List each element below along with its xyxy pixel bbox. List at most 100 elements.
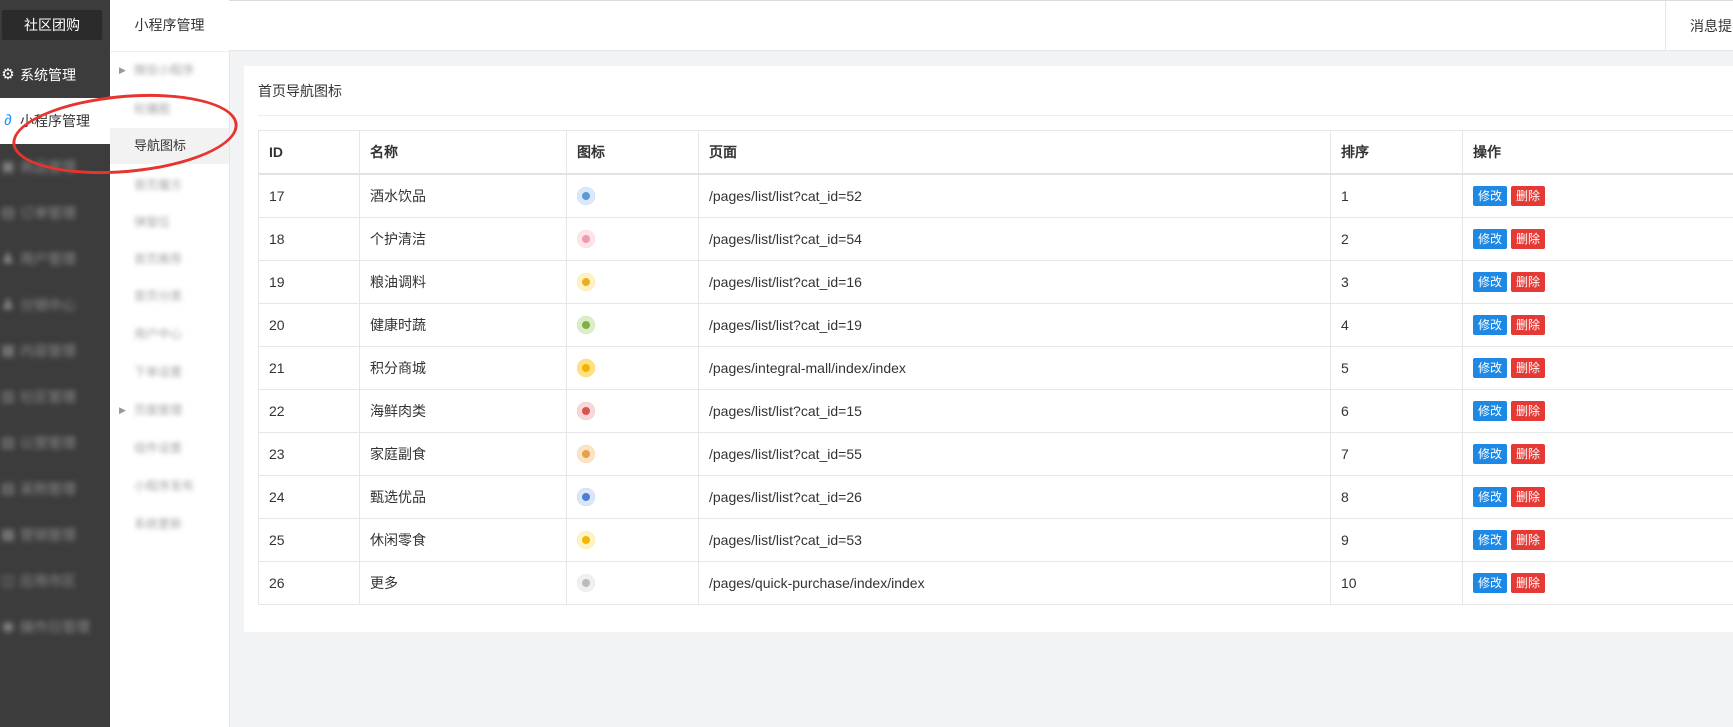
category-icon	[577, 531, 595, 550]
home-icon: ▥	[0, 388, 16, 405]
submenu-item-label: 首页推荐	[134, 252, 183, 266]
submenu-item[interactable]: 用户中心	[110, 316, 229, 352]
cell-sort: 4	[1330, 303, 1463, 347]
cell-name: 粮油调料	[359, 260, 567, 304]
sidebar-item-label: 商品管理	[20, 159, 76, 175]
cell-sort: 8	[1330, 475, 1463, 519]
cell-icon	[566, 561, 699, 605]
table-row: 19 粮油调料/pages/list/list?cat_id=16 3 修改 删除	[258, 260, 1733, 304]
link-icon: ∂	[4, 112, 12, 129]
table-row: 18 个护清洁/pages/list/list?cat_id=54 2 修改 删除	[258, 217, 1733, 261]
header-name: 名称	[359, 130, 567, 175]
delete-button[interactable]: 删除	[1511, 487, 1546, 507]
edit-button[interactable]: 修改	[1473, 358, 1508, 378]
sidebar-item[interactable]: ◉ 操作日管理	[0, 604, 110, 650]
sidebar-item[interactable]: ▤ 订单管理	[0, 190, 110, 236]
cell-name: 积分商城	[359, 346, 567, 390]
cell-id: 22	[258, 389, 360, 433]
edit-button[interactable]: 修改	[1473, 229, 1508, 249]
header-id: ID	[258, 130, 360, 175]
table-row: 21 积分商城/pages/integral-mall/index/index 5 修…	[258, 346, 1733, 390]
cell-id: 26	[258, 561, 360, 605]
cell-id: 18	[258, 217, 360, 261]
sidebar-item-label: 营销管理	[20, 527, 76, 543]
delete-button[interactable]: 删除	[1511, 229, 1546, 249]
category-icon	[577, 273, 595, 292]
cell-icon	[566, 303, 699, 347]
table-row: 17 酒水饮品/pages/list/list?cat_id=52 1 修改 删除	[258, 173, 1733, 218]
sidebar-item[interactable]: ∂ 小程序管理	[0, 98, 110, 144]
submenu-item[interactable]: 首页分类	[110, 278, 229, 314]
delete-button[interactable]: 删除	[1511, 444, 1546, 464]
sidebar-item[interactable]: ▦ 内容管理	[0, 328, 110, 374]
submenu-item[interactable]: ▶ 页面管理	[110, 392, 229, 428]
cell-actions: 修改 删除	[1462, 260, 1733, 304]
delete-button[interactable]: 删除	[1511, 358, 1546, 378]
submenu-item[interactable]: 首页魔方	[110, 167, 229, 203]
delete-button[interactable]: 删除	[1511, 530, 1546, 550]
category-icon	[577, 316, 595, 335]
submenu-item[interactable]: 导航图标	[110, 128, 229, 164]
sidebar-item[interactable]: ▥ 社区管理	[0, 374, 110, 420]
edit-button[interactable]: 修改	[1473, 272, 1508, 292]
cell-actions: 修改 删除	[1462, 518, 1733, 562]
doc-icon: ▦	[0, 342, 16, 359]
delete-button[interactable]: 删除	[1511, 573, 1546, 593]
sidebar-item[interactable]: ▨ 采购管理	[0, 466, 110, 512]
edit-button[interactable]: 修改	[1473, 573, 1508, 593]
header-icon: 图标	[566, 130, 699, 175]
submenu-item-label: 页面管理	[134, 403, 183, 417]
cart-icon: ▨	[0, 480, 16, 497]
sidebar-item[interactable]: ♟ 分销中心	[0, 282, 110, 328]
gear-icon: ⚙	[1, 66, 15, 83]
edit-button[interactable]: 修改	[1473, 401, 1508, 421]
table-body: 17 酒水饮品/pages/list/list?cat_id=52 1 修改 删除 18 个…	[258, 173, 1733, 605]
brand-logo[interactable]: 社区团购	[2, 10, 102, 40]
cell-icon	[566, 346, 699, 390]
sidebar-item[interactable]: ▧ 以营管理	[0, 420, 110, 466]
edit-button[interactable]: 修改	[1473, 487, 1508, 507]
sidebar-item[interactable]: ▩ 营销管理	[0, 512, 110, 558]
submenu-item[interactable]: ▶ 微信小程序	[110, 52, 229, 88]
cell-id: 24	[258, 475, 360, 519]
submenu-item-label: 轮播图	[134, 102, 171, 116]
delete-button[interactable]: 删除	[1511, 272, 1546, 292]
edit-button[interactable]: 修改	[1473, 186, 1508, 206]
submenu-item[interactable]: 下单设置	[110, 354, 229, 390]
cell-sort: 5	[1330, 346, 1463, 390]
caret-right-icon: ▶	[119, 405, 126, 415]
cell-sort: 6	[1330, 389, 1463, 433]
submenu-item[interactable]: 首页推荐	[110, 241, 229, 277]
table-row: 22 海鲜肉类/pages/list/list?cat_id=15 6 修改 删除	[258, 389, 1733, 433]
cell-page: /pages/list/list?cat_id=52	[698, 173, 1331, 218]
cell-name: 休闲零食	[359, 518, 567, 562]
edit-button[interactable]: 修改	[1473, 444, 1508, 464]
user-icon: ♟	[1, 250, 15, 267]
submenu-item-label: 弹窗位	[134, 215, 171, 229]
shop-icon: ▧	[0, 434, 16, 451]
submenu-item[interactable]: 轮播图	[110, 91, 229, 127]
notice-button[interactable]: 消息提	[1665, 1, 1733, 51]
delete-button[interactable]: 删除	[1511, 186, 1546, 206]
delete-button[interactable]: 删除	[1511, 401, 1546, 421]
cell-name: 家庭副食	[359, 432, 567, 476]
sidebar-item-label: 分销中心	[20, 297, 76, 313]
cell-name: 健康时蔬	[359, 303, 567, 347]
submenu-item[interactable]: 小程序发布	[110, 468, 229, 504]
sidebar-item[interactable]: ⚙ 系统管理	[0, 52, 110, 98]
cell-page: /pages/list/list?cat_id=55	[698, 432, 1331, 476]
sidebar-item[interactable]: ♟ 用户管理	[0, 236, 110, 282]
card-title: 首页导航图标	[258, 83, 342, 99]
submenu-item[interactable]: 弹窗位	[110, 204, 229, 240]
submenu-item[interactable]: 系统更新	[110, 506, 229, 542]
delete-button[interactable]: 删除	[1511, 315, 1546, 335]
edit-button[interactable]: 修改	[1473, 315, 1508, 335]
content-card: 首页导航图标 ID 名称 图标 页面 排序 操作 17 酒水饮品/pages/li…	[244, 66, 1733, 632]
sidebar-item[interactable]: ▣ 商品管理	[0, 144, 110, 190]
sidebar-item-label: 社区管理	[20, 389, 76, 405]
user-icon: ♟	[1, 296, 15, 313]
submenu-item[interactable]: 组件设置	[110, 430, 229, 466]
sidebar-item[interactable]: ◫ 应用市区	[0, 558, 110, 604]
submenu-item-label: 下单设置	[134, 365, 183, 379]
edit-button[interactable]: 修改	[1473, 530, 1508, 550]
